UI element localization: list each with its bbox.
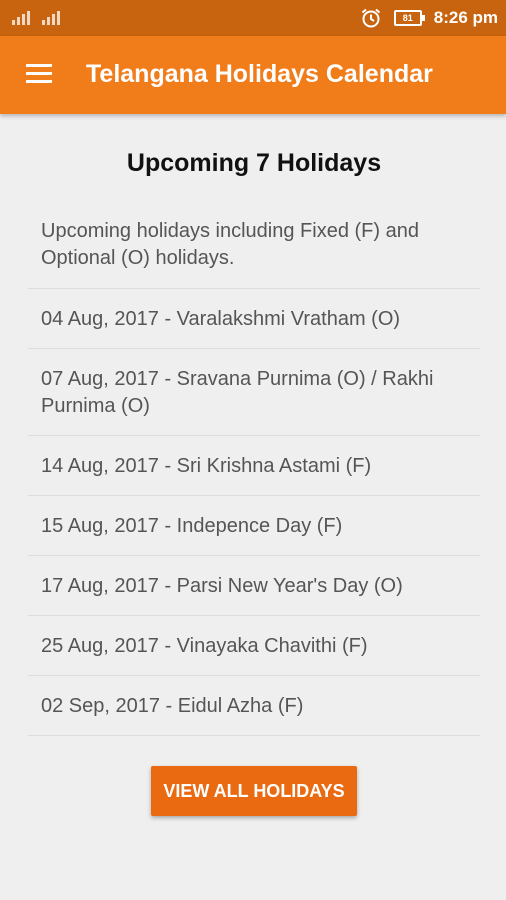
- battery-icon: 81: [393, 10, 425, 26]
- holiday-list-item[interactable]: 15 Aug, 2017 - Indepence Day (F): [28, 496, 480, 556]
- battery-level: 81: [402, 13, 413, 23]
- status-bar: 81 8:26 pm: [0, 0, 506, 36]
- holiday-list-item[interactable]: 25 Aug, 2017 - Vinayaka Chavithi (F): [28, 616, 480, 676]
- signal-icon: [42, 11, 64, 25]
- app-bar: Telangana Holidays Calendar: [0, 36, 506, 114]
- intro-text: Upcoming holidays including Fixed (F) an…: [28, 188, 480, 289]
- holiday-list-item[interactable]: 07 Aug, 2017 - Sravana Purnima (O) / Rak…: [28, 349, 480, 436]
- holiday-list-card: Upcoming 7 Holidays Upcoming holidays in…: [28, 114, 480, 736]
- signal-icon: [12, 11, 34, 25]
- view-all-holidays-button[interactable]: VIEW ALL HOLIDAYS: [151, 766, 357, 816]
- holiday-list-item[interactable]: 14 Aug, 2017 - Sri Krishna Astami (F): [28, 436, 480, 496]
- page-title: Upcoming 7 Holidays: [126, 149, 382, 177]
- status-time: 8:26 pm: [433, 8, 498, 27]
- alarm-icon: [361, 8, 380, 28]
- holiday-list-item[interactable]: 02 Sep, 2017 - Eidul Azha (F): [28, 676, 480, 736]
- holiday-list-item[interactable]: 04 Aug, 2017 - Varalakshmi Vratham (O): [28, 289, 480, 349]
- app-title: Telangana Holidays Calendar: [86, 60, 433, 88]
- holiday-list-item[interactable]: 17 Aug, 2017 - Parsi New Year's Day (O): [28, 556, 480, 616]
- menu-icon[interactable]: [26, 64, 54, 86]
